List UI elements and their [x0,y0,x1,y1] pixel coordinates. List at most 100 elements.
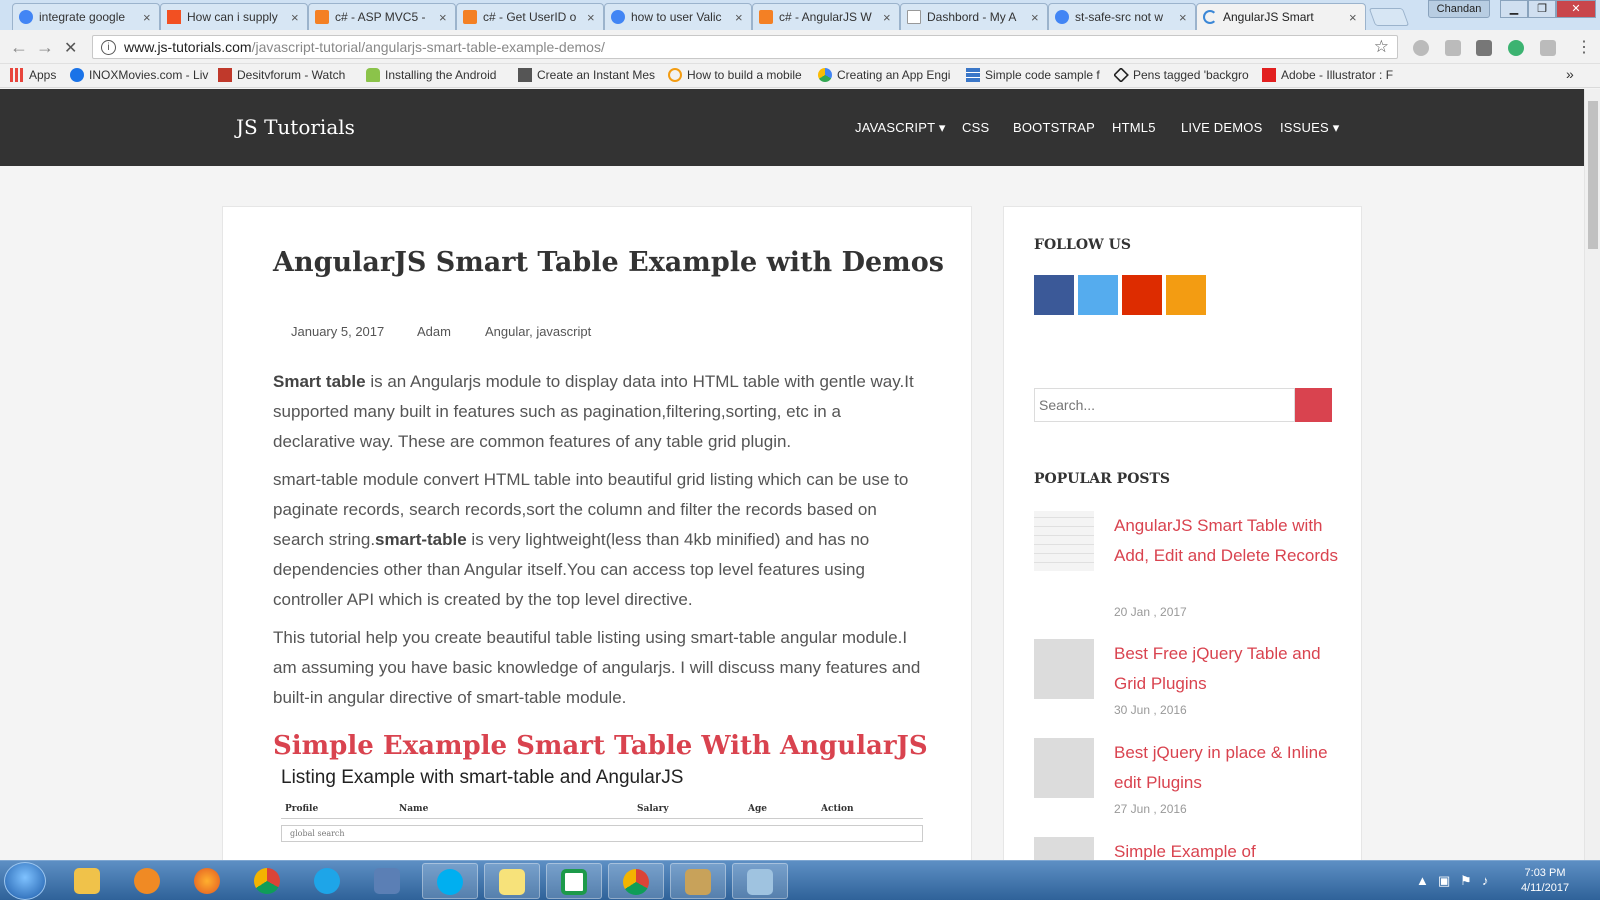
taskbar-media-player[interactable] [120,863,176,899]
close-icon[interactable]: × [1349,10,1359,25]
bookmark-item[interactable]: INOXMovies.com - Liv [70,68,212,82]
user-profile-badge[interactable]: Chandan [1428,0,1490,18]
system-clock[interactable]: 7:03 PM 4/11/2017 [1500,866,1590,896]
back-icon[interactable]: ← [10,37,28,58]
forward-icon[interactable]: → [36,37,54,58]
popular-post[interactable]: Simple Example of [1034,837,1334,860]
browser-tab[interactable]: How can i supply × [160,3,308,30]
address-toolbar: ← → ✕ i www.js-tutorials.com/javascript-… [0,30,1600,64]
desitv-icon [218,68,232,82]
close-icon[interactable]: × [735,10,745,25]
popular-post[interactable]: Best Free jQuery Table and Grid Plugins … [1034,639,1334,719]
close-icon[interactable]: × [883,10,893,25]
popular-post[interactable]: Best jQuery in place & Inline edit Plugi… [1034,738,1334,818]
restore-icon[interactable]: ❐ [1528,0,1556,18]
more-bookmarks-icon[interactable]: » [1566,66,1574,82]
green-extension-icon[interactable] [1508,40,1524,56]
browser-tab[interactable]: how to user Valic × [604,3,752,30]
start-button[interactable] [4,862,46,900]
bookmark-item[interactable]: Create an Instant Mes [518,68,658,82]
taskbar-notes[interactable] [484,863,540,899]
browser-tab[interactable]: integrate google × [12,3,160,30]
new-tab-button[interactable] [1368,8,1410,26]
taskbar-skype[interactable] [422,863,478,899]
bookmark-item[interactable]: Pens tagged 'backgro [1114,68,1254,82]
bookmark-star-icon[interactable]: ☆ [1374,37,1389,57]
network-icon[interactable]: ▣ [1438,873,1450,889]
close-window-icon[interactable]: ✕ [1556,0,1596,18]
taskbar-chrome[interactable] [240,863,296,899]
post-title[interactable]: Best jQuery in place & Inline edit Plugi… [1114,738,1339,798]
googleplus-icon[interactable] [1122,275,1162,315]
taskbar-firefox[interactable] [180,863,236,899]
search-button[interactable] [1295,388,1332,422]
bookmark-label: Desitvforum - Watch [237,68,346,82]
close-icon[interactable]: × [291,10,301,25]
minimize-icon[interactable]: ▁ [1500,0,1528,18]
close-icon[interactable]: × [143,10,153,25]
page-scrollbar[interactable] [1584,89,1600,860]
post-thumbnail[interactable] [1034,511,1094,571]
media-player-icon [134,868,160,894]
taskbar-chrome-active[interactable] [608,863,664,899]
post-date[interactable]: January 5, 2017 [291,324,384,339]
upload-extension-icon[interactable] [1540,40,1556,56]
post-title[interactable]: AngularJS Smart Table with Add, Edit and… [1114,511,1339,571]
close-icon[interactable]: × [1031,10,1041,25]
browser-tab[interactable]: Dashbord - My A × [900,3,1048,30]
rss-icon[interactable] [1166,275,1206,315]
info-icon[interactable]: i [101,39,116,55]
bookmark-item[interactable]: Creating an App Engi [818,68,956,82]
browser-tab[interactable]: st-safe-src not w × [1048,3,1196,30]
globe-extension-icon[interactable] [1413,40,1429,56]
post-title[interactable]: Best Free jQuery Table and Grid Plugins [1114,639,1339,699]
post-thumbnail[interactable] [1034,738,1094,798]
taskbar-ie[interactable] [300,863,356,899]
bookmark-item[interactable]: How to build a mobile [668,68,810,82]
nav-css[interactable]: CSS [962,120,989,135]
bookmark-item[interactable]: Simple code sample f [966,68,1104,82]
twitter-icon[interactable] [1078,275,1118,315]
demo-search-input[interactable]: global search [281,825,923,842]
post-author[interactable]: Adam [417,324,451,339]
post-title[interactable]: Simple Example of [1114,837,1339,860]
close-icon[interactable]: × [439,10,449,25]
stop-loading-icon[interactable]: ✕ [64,38,77,58]
nav-issues[interactable]: ISSUES ▾ [1280,120,1339,136]
taskbar-explorer[interactable] [60,863,116,899]
taskbar-window[interactable] [732,863,788,899]
grammarly-extension-icon[interactable] [1445,40,1461,56]
nav-live-demos[interactable]: LIVE DEMOS [1181,120,1262,135]
browser-tab[interactable]: c# - AngularJS W × [752,3,900,30]
post-categories[interactable]: Angular, javascript [485,324,591,339]
action-center-icon[interactable]: ⚑ [1460,873,1472,889]
browser-tab-active[interactable]: AngularJS Smart × [1196,3,1366,30]
nav-bootstrap[interactable]: BOOTSTRAP [1013,120,1095,135]
scrollbar-thumb[interactable] [1588,101,1598,249]
bookmark-item[interactable]: Desitvforum - Watch [218,68,356,82]
bookmark-item[interactable]: Adobe - Illustrator : F [1262,68,1408,82]
url-input[interactable]: i www.js-tutorials.com/javascript-tutori… [92,35,1398,59]
search-input[interactable] [1034,388,1295,422]
taskbar-visual-studio[interactable] [546,863,602,899]
camera-extension-icon[interactable] [1476,40,1492,56]
close-icon[interactable]: × [1179,10,1189,25]
bookmark-item[interactable]: Installing the Android [366,68,508,82]
browser-tab[interactable]: c# - Get UserID o × [456,3,604,30]
nav-html5[interactable]: HTML5 [1112,120,1156,135]
taskbar-tools[interactable] [670,863,726,899]
popular-post[interactable]: AngularJS Smart Table with Add, Edit and… [1034,511,1338,621]
nav-javascript[interactable]: JAVASCRIPT ▾ [855,120,946,136]
menu-icon[interactable]: ⋮ [1576,37,1592,57]
facebook-icon[interactable] [1034,275,1074,315]
show-hidden-icons-icon[interactable]: ▲ [1416,873,1429,888]
post-thumbnail[interactable] [1034,837,1094,860]
google-icon [611,10,625,24]
volume-icon[interactable]: ♪ [1482,873,1489,888]
close-icon[interactable]: × [587,10,597,25]
post-thumbnail[interactable] [1034,639,1094,699]
site-brand[interactable]: JS Tutorials [236,115,355,139]
taskbar-remote[interactable] [360,863,416,899]
browser-tab[interactable]: c# - ASP MVC5 - × [308,3,456,30]
bookmark-apps[interactable]: Apps [10,68,66,82]
